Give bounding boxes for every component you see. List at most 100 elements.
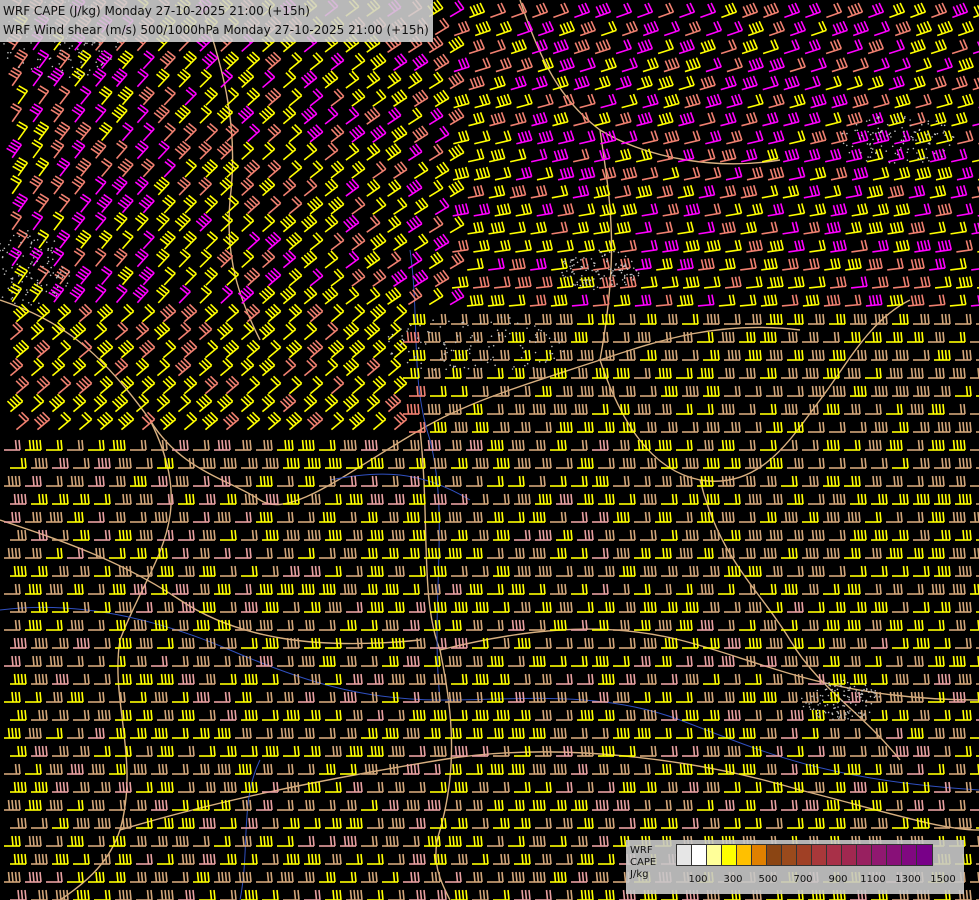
wind-barb (31, 211, 44, 231)
wind-barb (846, 75, 863, 91)
wind-barb (845, 257, 862, 271)
wind-barb (682, 349, 699, 361)
wind-barb (184, 86, 197, 106)
wind-barb (489, 112, 506, 127)
cape-stipple-dot (593, 278, 595, 280)
wind-barb (220, 601, 237, 613)
wind-barb (56, 49, 71, 69)
wind-barb (655, 619, 672, 631)
wind-barb (29, 175, 44, 195)
wind-barb (487, 835, 504, 847)
wind-barb (851, 203, 869, 217)
wind-barb (823, 727, 840, 739)
cape-stipple-dot (877, 117, 880, 119)
wind-barb (428, 215, 444, 234)
wind-barb (343, 214, 360, 233)
wind-barb (949, 511, 966, 523)
wind-barb (747, 20, 765, 37)
cape-stipple-dot (836, 716, 839, 718)
wind-barb (930, 112, 947, 127)
wind-barb (487, 583, 504, 595)
wind-barb (453, 20, 471, 37)
wind-barb (183, 194, 197, 214)
legend-tick: 700 (793, 874, 813, 885)
cape-stipple-dot (534, 341, 537, 344)
wind-barb (871, 529, 888, 541)
wind-barb (445, 547, 462, 559)
wind-barb (246, 375, 261, 395)
wind-barb (451, 385, 468, 397)
wind-barb (199, 889, 216, 900)
legend-swatch (902, 845, 917, 865)
wind-barb (472, 385, 489, 397)
cape-stipple-dot (845, 713, 847, 716)
wind-barb (67, 475, 84, 487)
cape-stipple-dot (52, 258, 54, 261)
wind-barb (71, 139, 86, 159)
wind-barb (340, 835, 357, 847)
wind-barb (94, 247, 107, 267)
wind-barb (556, 385, 573, 397)
legend-swatch (737, 845, 752, 865)
wind-barb (277, 871, 294, 883)
wind-barb (472, 673, 489, 685)
wind-barb (31, 457, 48, 469)
wind-barb (4, 727, 21, 739)
wind-barb (468, 39, 486, 55)
wind-barb (449, 0, 465, 18)
wind-barb (808, 529, 825, 541)
cape-stipple-dot (429, 331, 431, 334)
wind-barb (31, 745, 48, 757)
cape-stipple-dot (511, 368, 514, 370)
wind-barb (886, 367, 903, 379)
wind-barb (928, 294, 946, 307)
wind-barb (787, 457, 804, 469)
wind-barb (556, 709, 573, 721)
cape-stipple-dot (931, 136, 933, 138)
wind-barb (451, 709, 468, 721)
wind-barb (509, 185, 527, 199)
wind-barb (934, 673, 951, 685)
wind-barb (873, 20, 891, 37)
cape-stipple-dot (17, 251, 19, 254)
wind-barb (556, 457, 573, 469)
wind-barb (697, 331, 714, 343)
wind-barb (403, 619, 420, 631)
wind-barb (530, 148, 548, 163)
wind-barb (698, 257, 715, 271)
wind-barb (678, 112, 695, 127)
wind-barb (852, 20, 870, 37)
wind-barb (928, 691, 945, 703)
wind-barb (808, 601, 825, 613)
wind-barb (288, 195, 303, 215)
cape-stipple-dot (855, 690, 858, 692)
wind-barb (451, 349, 468, 361)
wind-barb (220, 457, 237, 469)
wind-barb (886, 799, 903, 811)
wind-barb (10, 457, 27, 469)
wind-barb (493, 313, 510, 325)
wind-barb (655, 403, 672, 415)
cape-stipple-dot (420, 367, 422, 370)
cape-stipple-dot (593, 288, 595, 291)
wind-barb (183, 375, 198, 395)
wind-barb (810, 93, 827, 109)
wind-barb (198, 176, 212, 196)
wind-barb (130, 511, 147, 523)
wind-barb (550, 835, 567, 847)
wind-barb (829, 385, 846, 397)
wind-barb (598, 637, 615, 649)
cape-stipple-dot (868, 691, 870, 694)
wind-barb (831, 130, 848, 145)
wind-barb (760, 367, 777, 379)
wind-barb (388, 673, 405, 685)
cape-stipple-dot (448, 320, 450, 323)
wind-barb (678, 39, 696, 55)
wind-barb (258, 285, 276, 305)
wind-barb (237, 105, 255, 125)
wind-barb (762, 112, 779, 127)
wind-barb (52, 889, 69, 900)
wind-barb (594, 75, 611, 91)
cape-stipple-dot (919, 118, 922, 121)
wind-barb (199, 709, 216, 721)
